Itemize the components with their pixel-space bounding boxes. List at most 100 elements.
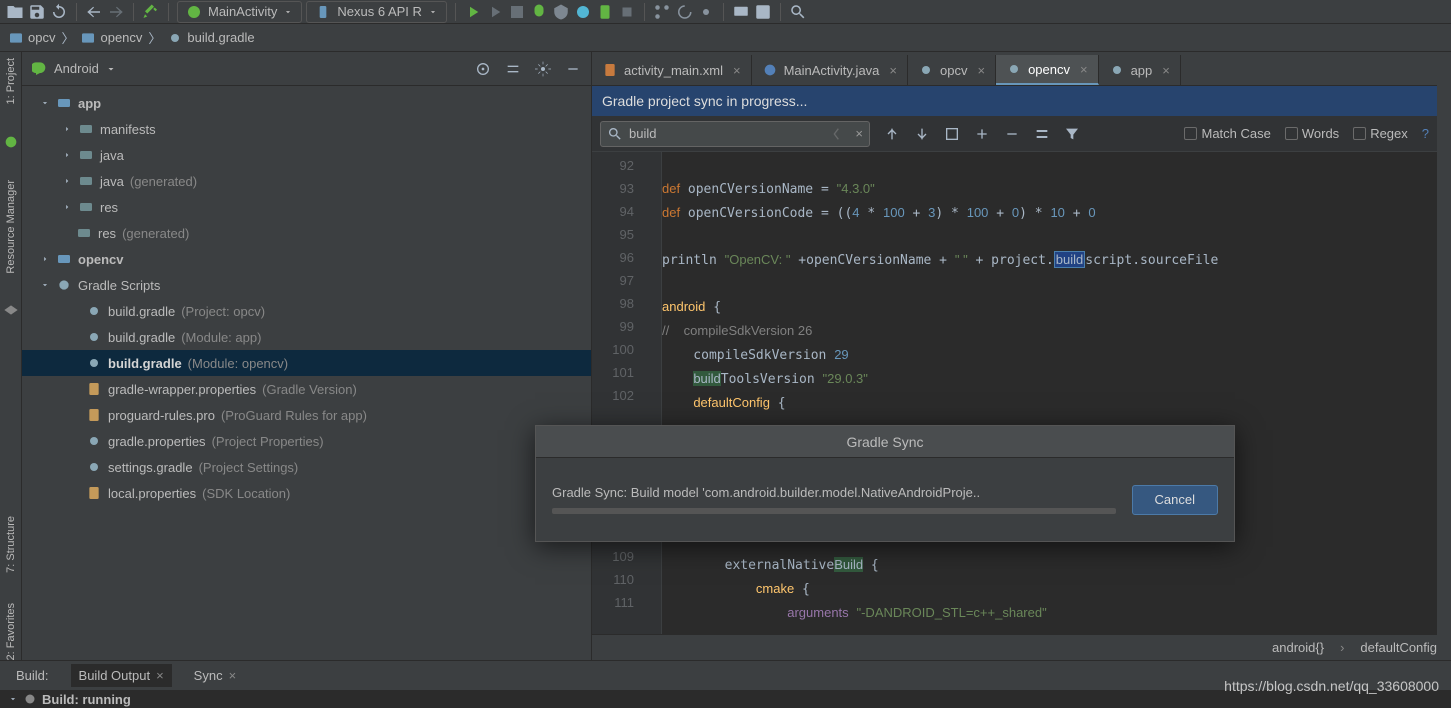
forward-icon[interactable]: [107, 3, 125, 21]
close-tab-icon[interactable]: ×: [885, 63, 897, 78]
help-icon[interactable]: ?: [1422, 126, 1429, 141]
tree-proguard[interactable]: proguard-rules.pro (ProGuard Rules for a…: [22, 402, 591, 428]
crumb-module[interactable]: opencv: [80, 30, 142, 46]
stop-icon[interactable]: [618, 3, 636, 21]
close-tab-icon[interactable]: ×: [1076, 62, 1088, 77]
filter-icon[interactable]: [1064, 126, 1080, 142]
next-match-icon[interactable]: [914, 126, 930, 142]
add-selection-icon[interactable]: [974, 126, 990, 142]
tree-buildgradle-project[interactable]: build.gradle (Project: opcv): [22, 298, 591, 324]
tab-opencv[interactable]: opencv×: [996, 55, 1099, 85]
layers-icon[interactable]: [3, 304, 19, 320]
tree-gradle-wrapper[interactable]: gradle-wrapper.properties (Gradle Versio…: [22, 376, 591, 402]
device-combo[interactable]: Nexus 6 API R: [306, 1, 447, 23]
bottom-tab-sync[interactable]: Sync×: [186, 664, 245, 687]
tab-app[interactable]: app×: [1099, 55, 1181, 85]
tab-opcv[interactable]: opcv×: [908, 55, 996, 85]
dialog-title: Gradle Sync: [536, 426, 1234, 458]
watermark: https://blog.csdn.net/qq_33608000: [1224, 678, 1439, 694]
tree-buildgradle-app[interactable]: build.gradle (Module: app): [22, 324, 591, 350]
crumb-file[interactable]: build.gradle: [167, 30, 254, 46]
close-tab-icon[interactable]: ×: [1158, 63, 1170, 78]
search-input[interactable]: ×: [600, 121, 870, 147]
words-checkbox[interactable]: Words: [1285, 126, 1339, 141]
tree-gradle-properties[interactable]: gradle.properties (Project Properties): [22, 428, 591, 454]
search-icon[interactable]: [789, 3, 807, 21]
rail-project[interactable]: 1: Project: [5, 58, 17, 104]
run-config-combo[interactable]: MainActivity: [177, 1, 302, 23]
cancel-button[interactable]: Cancel: [1132, 485, 1218, 515]
match-case-checkbox[interactable]: Match Case: [1184, 126, 1270, 141]
tree-app[interactable]: app: [22, 90, 591, 116]
open-icon[interactable]: [6, 3, 24, 21]
debug-icon[interactable]: [530, 3, 548, 21]
project-tree[interactable]: app manifests java java(generated) res r…: [22, 86, 591, 660]
gradle-sync-dialog: Gradle Sync Gradle Sync: Build model 'co…: [535, 425, 1235, 542]
tree-java[interactable]: java: [22, 142, 591, 168]
select-all-icon[interactable]: [944, 126, 960, 142]
main-toolbar: MainActivity Nexus 6 API R: [0, 0, 1451, 24]
gutter: 9293949596979899100101102108109110111: [592, 152, 648, 634]
tree-opencv[interactable]: opencv: [22, 246, 591, 272]
tab-activity-main[interactable]: activity_main.xml×: [592, 55, 752, 85]
editor-tabs: activity_main.xml× MainActivity.java× op…: [592, 52, 1437, 86]
prev-match-icon[interactable]: [884, 126, 900, 142]
target-icon[interactable]: [475, 61, 491, 77]
close-tab-icon[interactable]: ×: [973, 63, 985, 78]
sdk-icon[interactable]: [754, 3, 772, 21]
back-icon[interactable]: [85, 3, 103, 21]
crumb-root[interactable]: opcv: [8, 30, 55, 46]
device-label: Nexus 6 API R: [337, 4, 422, 19]
tree-local-properties[interactable]: local.properties (SDK Location): [22, 480, 591, 506]
collapse-all-icon[interactable]: [505, 61, 521, 77]
tree-res[interactable]: res: [22, 194, 591, 220]
coverage-icon[interactable]: [552, 3, 570, 21]
apply-icon[interactable]: [508, 3, 526, 21]
progress-bar: [552, 508, 1116, 514]
remove-selection-icon[interactable]: [1004, 126, 1020, 142]
code-area[interactable]: 9293949596979899100101102108109110111 de…: [592, 152, 1437, 634]
find-bar: × Match Case Words Regex ?: [592, 116, 1437, 152]
close-tab-icon[interactable]: ×: [729, 63, 741, 78]
history-icon[interactable]: [675, 3, 693, 21]
attach-icon[interactable]: [596, 3, 614, 21]
android-icon[interactable]: [3, 134, 19, 150]
sync-icon[interactable]: [50, 3, 68, 21]
dialog-message: Gradle Sync: Build model 'com.android.bu…: [552, 485, 1116, 500]
tree-res-generated[interactable]: res(generated): [22, 220, 591, 246]
git-commit-icon[interactable]: [697, 3, 715, 21]
rail-structure[interactable]: 7: Structure: [5, 516, 17, 573]
editor: activity_main.xml× MainActivity.java× op…: [592, 52, 1437, 660]
sync-notice: Gradle project sync in progress...: [592, 86, 1437, 116]
run-next-icon[interactable]: [486, 3, 504, 21]
rail-favorites[interactable]: 2: Favorites: [5, 603, 17, 660]
close-search-icon[interactable]: ×: [855, 126, 863, 141]
tree-buildgradle-opencv[interactable]: build.gradle (Module: opencv): [22, 350, 591, 376]
project-view-combo[interactable]: Android: [32, 61, 117, 77]
regex-checkbox[interactable]: Regex: [1353, 126, 1408, 141]
tree-gradle-scripts[interactable]: Gradle Scripts: [22, 272, 591, 298]
tree-settings-gradle[interactable]: settings.gradle (Project Settings): [22, 454, 591, 480]
tab-mainactivity[interactable]: MainActivity.java×: [752, 55, 908, 85]
gear-icon[interactable]: [535, 61, 551, 77]
tree-java-generated[interactable]: java(generated): [22, 168, 591, 194]
git-branch-icon[interactable]: [653, 3, 671, 21]
profiler-icon[interactable]: [574, 3, 592, 21]
rail-resource-manager[interactable]: Resource Manager: [5, 180, 17, 274]
run-config-label: MainActivity: [208, 4, 277, 19]
save-icon[interactable]: [28, 3, 46, 21]
search-field[interactable]: [629, 126, 827, 141]
code-lines[interactable]: def openCVersionName = "4.3.0" def openC…: [662, 152, 1437, 634]
left-tool-rail: 1: Project Resource Manager 7: Structure…: [0, 52, 22, 660]
bottom-tab-output[interactable]: Build Output×: [71, 664, 172, 687]
avd-icon[interactable]: [732, 3, 750, 21]
hammer-icon[interactable]: [142, 3, 160, 21]
select-occurrences-icon[interactable]: [1034, 126, 1050, 142]
breadcrumb-bottom: android{} › defaultConfig{}: [592, 634, 1437, 660]
tree-manifests[interactable]: manifests: [22, 116, 591, 142]
bottom-build-label: Build:: [8, 664, 57, 687]
minimize-icon[interactable]: [565, 61, 581, 77]
history-icon[interactable]: [833, 126, 849, 142]
project-panel: Android app manifests java java(generate…: [22, 52, 592, 660]
run-icon[interactable]: [464, 3, 482, 21]
